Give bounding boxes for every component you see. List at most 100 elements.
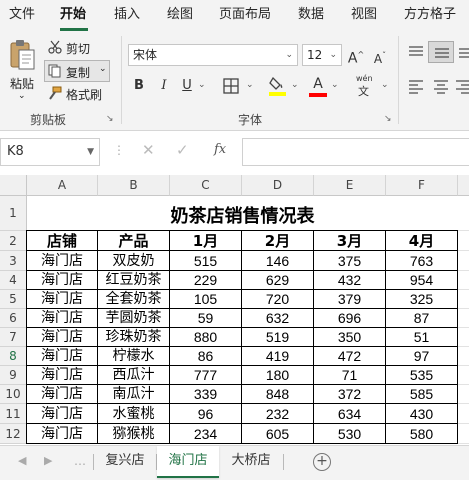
grid-cell[interactable]	[458, 347, 469, 366]
table-cell[interactable]: 472	[314, 347, 386, 366]
column-header[interactable]	[458, 175, 469, 196]
table-cell[interactable]: 海门店	[27, 290, 98, 309]
copy-dropdown-icon[interactable]: ⌄	[99, 64, 107, 74]
name-box[interactable]: K8 ▼	[0, 138, 100, 166]
clipboard-launcher-icon[interactable]: ↘	[106, 114, 114, 124]
table-cell[interactable]: 双皮奶	[98, 251, 170, 271]
table-cell[interactable]: 芋圆奶茶	[98, 309, 170, 328]
table-cell[interactable]: 海门店	[27, 328, 98, 347]
table-cell[interactable]: 848	[242, 385, 314, 404]
tab-data[interactable]: 数据	[298, 0, 324, 30]
sheet-tab-fuxing[interactable]: 复兴店	[94, 446, 156, 476]
table-cell[interactable]: 全套奶茶	[98, 290, 170, 309]
format-painter-button[interactable]: 格式刷	[46, 84, 116, 104]
tab-page-layout[interactable]: 页面布局	[219, 0, 271, 30]
header-cell-month-4[interactable]: 4月	[386, 231, 458, 251]
grid-cell[interactable]	[458, 251, 469, 271]
table-cell[interactable]: 51	[386, 328, 458, 347]
column-header-e[interactable]: E	[314, 175, 386, 196]
phonetic-dropdown-icon[interactable]: ⌄	[381, 80, 389, 90]
table-cell[interactable]: 954	[386, 271, 458, 290]
grid-cell[interactable]	[458, 404, 469, 424]
bold-button[interactable]: B	[131, 76, 147, 96]
more-sheets-icon[interactable]: …	[74, 454, 86, 468]
table-cell[interactable]: 372	[314, 385, 386, 404]
row-header-5[interactable]: 5	[0, 290, 27, 309]
grid-cell[interactable]	[458, 328, 469, 347]
sheet-title[interactable]: 奶茶店销售情况表	[27, 196, 458, 231]
align-top-icon[interactable]	[407, 44, 425, 60]
header-cell-month-1[interactable]: 1月	[170, 231, 242, 251]
table-cell[interactable]: 432	[314, 271, 386, 290]
table-cell[interactable]: 59	[170, 309, 242, 328]
column-header-a[interactable]: A	[27, 175, 98, 196]
column-header-d[interactable]: D	[242, 175, 314, 196]
tab-home[interactable]: 开始	[60, 0, 86, 30]
table-cell[interactable]: 232	[242, 404, 314, 424]
tab-view[interactable]: 视图	[351, 0, 377, 30]
table-cell[interactable]: 猕猴桃	[98, 424, 170, 444]
fill-color-icon[interactable]	[268, 75, 288, 97]
table-cell[interactable]: 763	[386, 251, 458, 271]
table-cell[interactable]: 325	[386, 290, 458, 309]
table-cell[interactable]: 180	[242, 366, 314, 385]
row-header-1[interactable]: 1	[0, 196, 27, 231]
insert-function-button[interactable]: fx	[214, 142, 226, 157]
table-cell[interactable]: 红豆奶茶	[98, 271, 170, 290]
table-cell[interactable]: 519	[242, 328, 314, 347]
row-header-3[interactable]: 3	[0, 251, 27, 271]
table-cell[interactable]: 777	[170, 366, 242, 385]
row-header-11[interactable]: 11	[0, 404, 27, 424]
table-cell[interactable]: 水蜜桃	[98, 404, 170, 424]
paste-button[interactable]: 粘贴 ⌄	[6, 38, 36, 104]
scroll-tabs-right-icon[interactable]: ▶	[44, 454, 52, 467]
grid-cell[interactable]	[458, 385, 469, 404]
table-cell[interactable]: 580	[386, 424, 458, 444]
table-cell[interactable]: 696	[314, 309, 386, 328]
grid-cell[interactable]	[458, 231, 469, 251]
font-color-button[interactable]: A	[309, 74, 327, 98]
italic-button[interactable]: I	[156, 76, 172, 96]
table-cell[interactable]: 96	[170, 404, 242, 424]
table-cell[interactable]: 97	[386, 347, 458, 366]
font-size-select[interactable]: 12 ⌄	[302, 44, 342, 66]
table-cell[interactable]: 234	[170, 424, 242, 444]
table-cell[interactable]: 海门店	[27, 309, 98, 328]
table-cell[interactable]: 海门店	[27, 271, 98, 290]
table-cell[interactable]: 350	[314, 328, 386, 347]
row-header-9[interactable]: 9	[0, 366, 27, 385]
font-name-select[interactable]: 宋体 ⌄	[128, 44, 298, 66]
sheet-tab-daqiao[interactable]: 大桥店	[220, 446, 282, 476]
table-cell[interactable]: 87	[386, 309, 458, 328]
table-cell[interactable]: 海门店	[27, 366, 98, 385]
phonetic-guide-button[interactable]: wén 文	[354, 74, 380, 98]
row-header-6[interactable]: 6	[0, 309, 27, 328]
table-cell[interactable]: 419	[242, 347, 314, 366]
borders-dropdown-icon[interactable]: ⌄	[246, 80, 254, 90]
row-header-7[interactable]: 7	[0, 328, 27, 347]
underline-button[interactable]: U	[179, 76, 195, 96]
grid-cell[interactable]	[458, 366, 469, 385]
table-cell[interactable]: 71	[314, 366, 386, 385]
enter-icon[interactable]: ✓	[176, 141, 189, 159]
align-right-icon[interactable]	[456, 78, 469, 94]
header-cell-product[interactable]: 产品	[98, 231, 170, 251]
column-header-f[interactable]: F	[386, 175, 458, 196]
table-cell[interactable]: 605	[242, 424, 314, 444]
row-header-4[interactable]: 4	[0, 271, 27, 290]
font-color-dropdown-icon[interactable]: ⌄	[331, 80, 339, 90]
column-header-b[interactable]: B	[98, 175, 170, 196]
fill-color-dropdown-icon[interactable]: ⌄	[291, 80, 299, 90]
grid-cell[interactable]	[458, 196, 469, 231]
table-cell[interactable]: 海门店	[27, 385, 98, 404]
table-cell[interactable]: 海门店	[27, 251, 98, 271]
copy-button[interactable]: 复制 ⌄	[44, 60, 110, 82]
header-cell-month-2[interactable]: 2月	[242, 231, 314, 251]
tab-insert[interactable]: 插入	[114, 0, 140, 30]
font-launcher-icon[interactable]: ↘	[384, 114, 392, 124]
table-cell[interactable]: 535	[386, 366, 458, 385]
align-bottom-icon[interactable]	[457, 44, 469, 60]
table-cell[interactable]: 720	[242, 290, 314, 309]
borders-icon[interactable]	[223, 78, 241, 94]
table-cell[interactable]: 585	[386, 385, 458, 404]
